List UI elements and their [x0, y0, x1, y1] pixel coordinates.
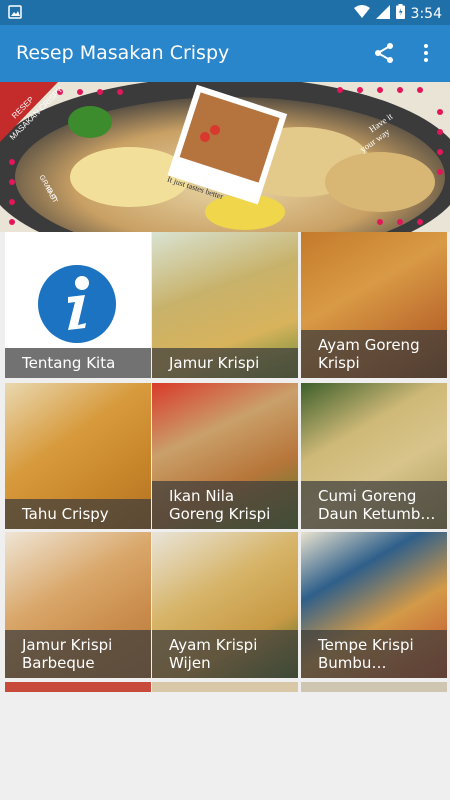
- info-icon: [38, 265, 116, 348]
- share-icon[interactable]: [372, 41, 396, 65]
- banner-image[interactable]: RESEP MASAKAN CRISPY GRAB IT FAST It jus…: [0, 82, 450, 232]
- tile-label: Jamur Krispi: [152, 348, 298, 378]
- clock: 3:54: [410, 5, 442, 22]
- battery-icon: [395, 4, 405, 23]
- menu-tile-jamur-krispi[interactable]: Jamur Krispi: [152, 232, 298, 378]
- menu-tile-cumi-goreng-daun-ketumbar[interactable]: Cumi Goreng Daun Ketumb…: [301, 383, 447, 529]
- tile-label: Ayam Krispi Wijen: [152, 630, 298, 678]
- tile-label: Ikan Nila Goreng Krispi: [152, 481, 298, 529]
- menu-tile-partial[interactable]: [301, 682, 447, 692]
- tile-label: Ayam Goreng Krispi: [301, 330, 447, 378]
- menu-tile-tentang-kita[interactable]: Tentang Kita: [5, 232, 151, 378]
- menu-grid: Tentang Kita Jamur Krispi Ayam Goreng Kr…: [0, 232, 450, 692]
- more-vert-icon[interactable]: [414, 41, 438, 65]
- tile-label: Jamur Krispi Barbeque: [5, 630, 151, 678]
- menu-tile-ikan-nila-goreng-krispi[interactable]: Ikan Nila Goreng Krispi: [152, 383, 298, 529]
- menu-tile-ayam-goreng-krispi[interactable]: Ayam Goreng Krispi: [301, 232, 447, 378]
- menu-tile-tempe-krispi-bumbu[interactable]: Tempe Krispi Bumbu…: [301, 532, 447, 678]
- status-bar: 3:54: [0, 0, 450, 25]
- wifi-icon: [353, 4, 370, 23]
- tile-label: Tahu Crispy: [5, 499, 151, 529]
- menu-tile-partial[interactable]: [152, 682, 298, 692]
- menu-tile-partial[interactable]: [5, 682, 151, 692]
- tile-label: Tempe Krispi Bumbu…: [301, 630, 447, 678]
- app-title: Resep Masakan Crispy: [16, 42, 230, 64]
- menu-tile-ayam-krispi-wijen[interactable]: Ayam Krispi Wijen: [152, 532, 298, 678]
- tile-label: Cumi Goreng Daun Ketumb…: [301, 481, 447, 529]
- menu-tile-jamur-krispi-barbeque[interactable]: Jamur Krispi Barbeque: [5, 532, 151, 678]
- app-bar: Resep Masakan Crispy: [0, 25, 450, 82]
- signal-icon: [375, 4, 390, 23]
- tile-label: Tentang Kita: [5, 348, 151, 378]
- image-icon: [8, 5, 22, 24]
- menu-tile-tahu-crispy[interactable]: Tahu Crispy: [5, 383, 151, 529]
